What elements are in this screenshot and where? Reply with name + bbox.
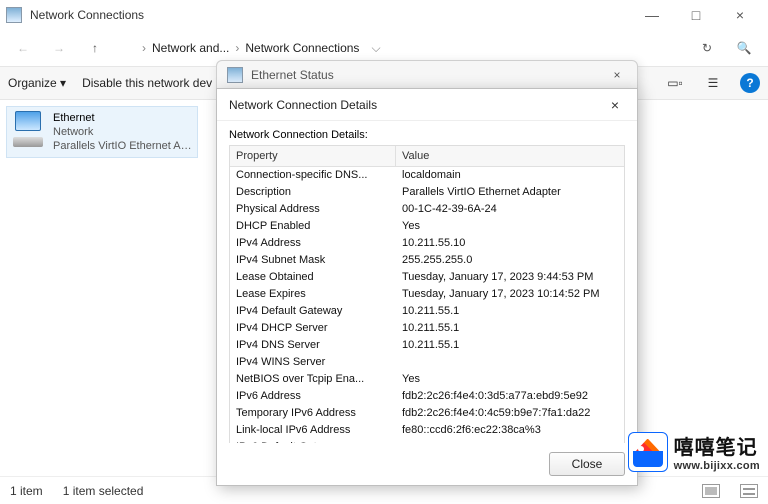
dialog-title: Network Connection Details (229, 98, 605, 112)
network-connection-details-dialog: Network Connection Details × Network Con… (216, 88, 638, 486)
property-cell: Description (230, 184, 396, 201)
table-row[interactable]: IPv4 DNS Server10.211.55.1 (230, 337, 624, 354)
column-property[interactable]: Property (230, 146, 396, 166)
chevron-down-icon[interactable]: ⌵ (371, 41, 380, 56)
value-cell: 10.211.55.1 (396, 303, 624, 320)
adapter-name: Ethernet (53, 111, 193, 125)
value-cell: Tuesday, January 17, 2023 10:14:52 PM (396, 286, 624, 303)
value-cell: fdb2:2c26:f4e4:0:4c59:b9e7:7fa1:da22 (396, 405, 624, 422)
back-button[interactable]: ← (10, 35, 36, 61)
property-cell: IPv4 Subnet Mask (230, 252, 396, 269)
forward-button[interactable]: → (46, 35, 72, 61)
value-cell (396, 354, 624, 371)
ethernet-adapter-icon (11, 111, 47, 147)
chevron-right-icon: › (235, 41, 239, 55)
property-cell: IPv4 DNS Server (230, 337, 396, 354)
breadcrumb-icon (122, 41, 136, 55)
value-cell: fe80::ccd6:2f6:ec22:38ca%3 (396, 422, 624, 439)
table-row[interactable]: DHCP EnabledYes (230, 218, 624, 235)
table-row[interactable]: IPv4 DHCP Server10.211.55.1 (230, 320, 624, 337)
view-details-button[interactable]: ☰ (702, 72, 724, 94)
close-icon[interactable]: × (605, 97, 625, 113)
table-row[interactable]: Link-local IPv6 Addressfe80::ccd6:2f6:ec… (230, 422, 624, 439)
window-title: Network Connections (30, 8, 630, 22)
table-row[interactable]: IPv4 Subnet Mask255.255.255.0 (230, 252, 624, 269)
app-icon (6, 7, 22, 23)
table-row[interactable]: Temporary IPv6 Addressfdb2:2c26:f4e4:0:4… (230, 405, 624, 422)
value-cell: Tuesday, January 17, 2023 9:44:53 PM (396, 269, 624, 286)
value-cell: 255.255.255.0 (396, 252, 624, 269)
table-header: Property Value (230, 146, 624, 167)
value-cell: localdomain (396, 167, 624, 184)
chevron-right-icon: › (142, 41, 146, 55)
table-row[interactable]: NetBIOS over Tcpip Ena...Yes (230, 371, 624, 388)
item-count: 1 item (10, 484, 43, 498)
breadcrumb-item[interactable]: Network and... (152, 41, 229, 55)
adapter-device: Parallels VirtIO Ethernet Adapt (53, 139, 193, 153)
property-cell: Connection-specific DNS... (230, 167, 396, 184)
value-cell: 10.211.55.1 (396, 320, 624, 337)
property-cell: IPv4 DHCP Server (230, 320, 396, 337)
ethernet-status-dialog[interactable]: Ethernet Status × (216, 60, 638, 90)
help-button[interactable]: ? (740, 73, 760, 93)
selection-count: 1 item selected (63, 484, 144, 498)
column-value[interactable]: Value (396, 146, 624, 166)
value-cell: fdb2:2c26:f4e4:0:3d5:a77a:ebd9:5e92 (396, 388, 624, 405)
value-cell: 10.211.55.10 (396, 235, 624, 252)
table-row[interactable]: Lease ObtainedTuesday, January 17, 2023 … (230, 269, 624, 286)
breadcrumb[interactable]: › Network and... › Network Connections ⌵ (118, 34, 684, 62)
property-cell: NetBIOS over Tcpip Ena... (230, 371, 396, 388)
up-button[interactable]: ↑ (82, 35, 108, 61)
table-row[interactable]: Lease ExpiresTuesday, January 17, 2023 1… (230, 286, 624, 303)
dialog-title: Ethernet Status (251, 68, 607, 82)
property-cell: IPv4 Default Gateway (230, 303, 396, 320)
view-list-icon[interactable] (740, 484, 758, 498)
table-row[interactable]: IPv4 Default Gateway10.211.55.1 (230, 303, 624, 320)
value-cell: 00-1C-42-39-6A-24 (396, 201, 624, 218)
view-thumbnails-icon[interactable] (702, 484, 720, 498)
maximize-button[interactable]: □ (674, 1, 718, 29)
dialog-icon (227, 67, 243, 83)
table-row[interactable]: IPv6 Addressfdb2:2c26:f4e4:0:3d5:a77a:eb… (230, 388, 624, 405)
property-cell: IPv6 Address (230, 388, 396, 405)
adapter-tile-ethernet[interactable]: Ethernet Network Parallels VirtIO Ethern… (6, 106, 198, 158)
refresh-button[interactable]: ↻ (694, 35, 720, 61)
property-cell: Link-local IPv6 Address (230, 422, 396, 439)
minimize-button[interactable]: — (630, 1, 674, 29)
details-table: Property Value Connection-specific DNS..… (229, 145, 625, 443)
dialog-header[interactable]: Network Connection Details × (217, 89, 637, 121)
search-button[interactable]: 🔍 (730, 34, 758, 62)
table-row[interactable]: Connection-specific DNS...localdomain (230, 167, 624, 184)
organize-menu[interactable]: Organize ▾ (8, 76, 66, 90)
property-cell: DHCP Enabled (230, 218, 396, 235)
table-row[interactable]: DescriptionParallels VirtIO Ethernet Ada… (230, 184, 624, 201)
watermark-text: 嘻嘻笔记 (674, 431, 760, 460)
close-icon[interactable]: × (607, 68, 627, 82)
watermark-url: www.bijixx.com (674, 460, 760, 472)
adapter-status: Network (53, 125, 193, 139)
value-cell: Yes (396, 371, 624, 388)
watermark: 嘻嘻笔记 www.bijixx.com (628, 431, 760, 472)
value-cell: 10.211.55.1 (396, 337, 624, 354)
close-button[interactable]: × (718, 1, 762, 29)
property-cell: Lease Expires (230, 286, 396, 303)
table-row[interactable]: Physical Address00-1C-42-39-6A-24 (230, 201, 624, 218)
table-row[interactable]: IPv4 Address10.211.55.10 (230, 235, 624, 252)
disable-device-button[interactable]: Disable this network dev (82, 76, 212, 90)
property-cell: Lease Obtained (230, 269, 396, 286)
section-label: Network Connection Details: (229, 129, 625, 141)
value-cell: Parallels VirtIO Ethernet Adapter (396, 184, 624, 201)
watermark-logo-icon (628, 432, 668, 472)
view-large-icons-button[interactable]: ▭▫ (664, 72, 686, 94)
title-bar: Network Connections — □ × (0, 0, 768, 30)
breadcrumb-item[interactable]: Network Connections (245, 41, 359, 55)
property-cell: Temporary IPv6 Address (230, 405, 396, 422)
property-cell: IPv4 WINS Server (230, 354, 396, 371)
property-cell: Physical Address (230, 201, 396, 218)
property-cell: IPv4 Address (230, 235, 396, 252)
table-row[interactable]: IPv4 WINS Server (230, 354, 624, 371)
value-cell: Yes (396, 218, 624, 235)
close-button[interactable]: Close (549, 452, 625, 476)
